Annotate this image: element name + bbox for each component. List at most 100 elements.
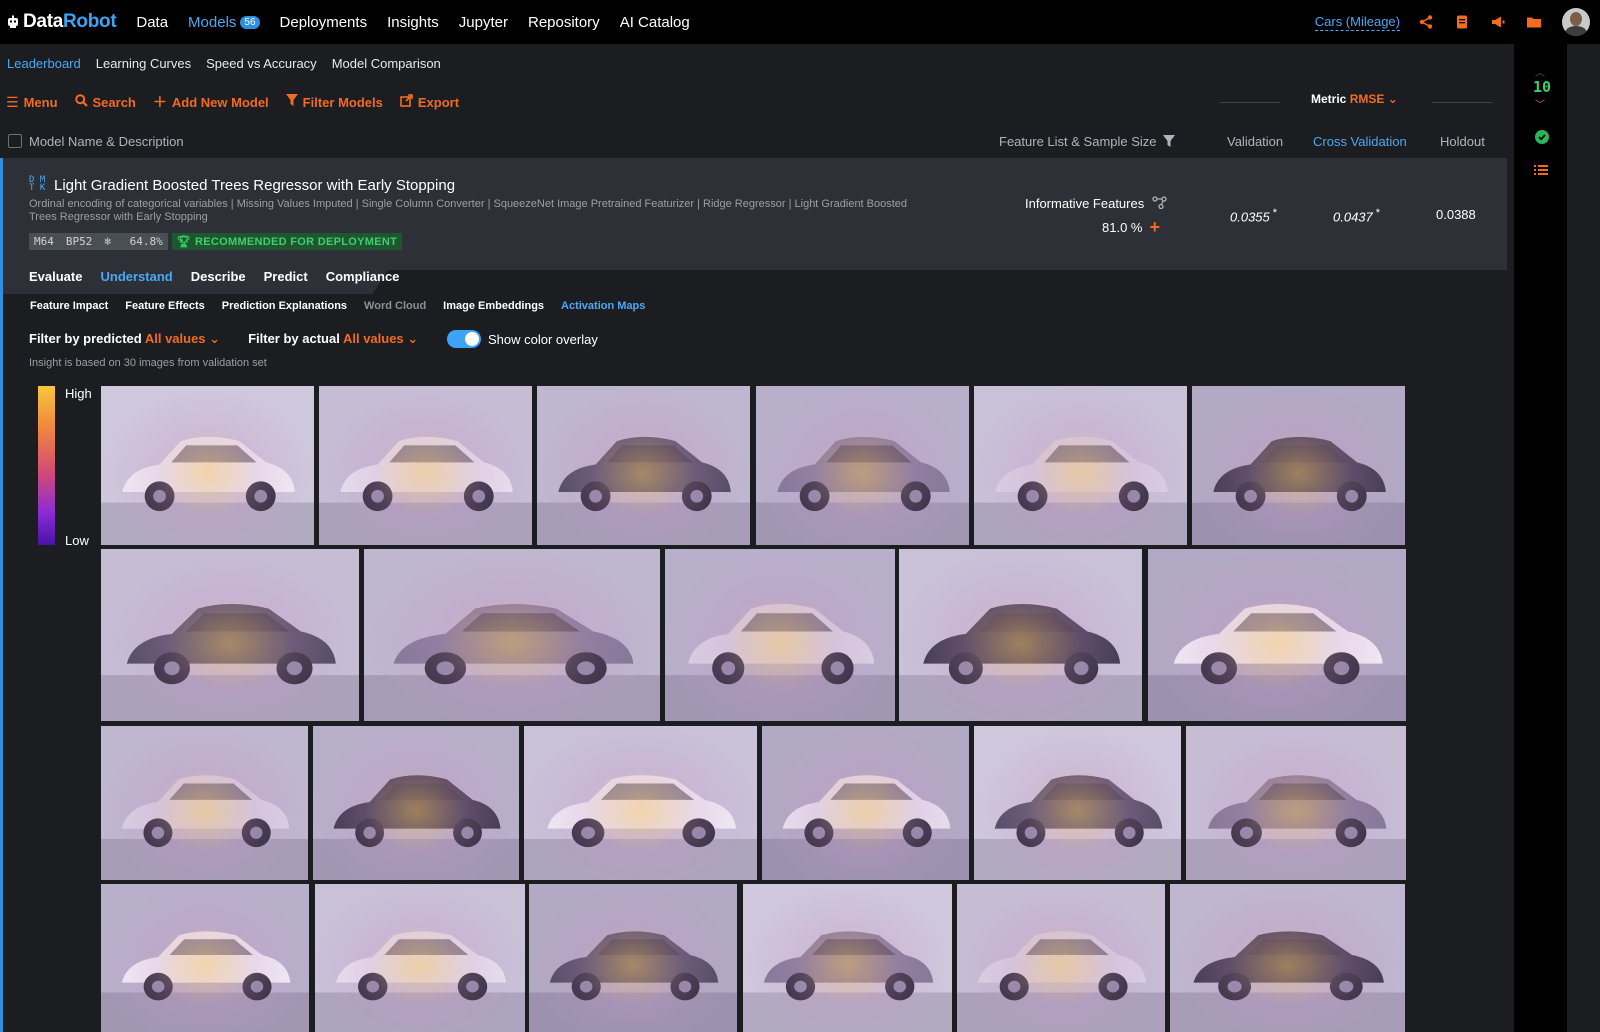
filter-icon [1162, 135, 1175, 147]
metric-selector[interactable]: Metric RMSE ⌄ [1220, 92, 1492, 108]
activation-image-tile[interactable] [899, 549, 1142, 721]
tab-evaluate[interactable]: Evaluate [29, 269, 82, 284]
menu-button[interactable]: ☰ Menu [6, 94, 58, 111]
queue-count: 10 [1533, 78, 1552, 96]
activation-image-tile[interactable] [974, 386, 1187, 545]
tab-activation-maps[interactable]: Activation Maps [561, 300, 645, 312]
activation-image-tile[interactable] [364, 549, 660, 721]
filter-models-button[interactable]: Filter Models [285, 94, 383, 110]
activation-image-tile[interactable] [101, 884, 309, 1032]
activation-overlay [756, 386, 969, 545]
holdout-score: 0.0388 [1436, 207, 1476, 222]
nav-jupyter[interactable]: Jupyter [459, 14, 508, 31]
activation-image-tile[interactable] [101, 549, 359, 721]
activation-image-tile[interactable] [524, 726, 757, 880]
col-holdout[interactable]: Holdout [1440, 134, 1485, 149]
tab-understand[interactable]: Understand [100, 269, 172, 284]
col-cross-validation[interactable]: Cross Validation [1313, 134, 1407, 149]
recommended-badge: 🏆︎ RECOMMENDED FOR DEPLOYMENT [171, 233, 403, 250]
filter-actual-label: Filter by actual [248, 331, 340, 346]
activation-image-tile[interactable] [313, 726, 519, 880]
activation-filters: Filter by predicted All values ⌄ Filter … [29, 331, 418, 347]
activation-image-tile[interactable] [1148, 549, 1406, 721]
chevron-up-icon[interactable]: ︿ [1535, 64, 1545, 79]
datarobot-logo[interactable]: Data Robot [6, 11, 117, 33]
select-all-checkbox[interactable] [8, 134, 22, 148]
list-icon[interactable] [1534, 163, 1548, 182]
recommended-label: RECOMMENDED FOR DEPLOYMENT [195, 235, 398, 248]
activation-image-tile[interactable] [537, 386, 750, 545]
check-circle-icon[interactable] [1535, 130, 1549, 144]
nav-ai-catalog[interactable]: AI Catalog [620, 14, 690, 31]
activation-image-tile[interactable] [1170, 884, 1405, 1032]
activation-image-tile[interactable] [101, 726, 308, 880]
announcement-icon[interactable] [1490, 14, 1506, 30]
tab-feature-effects[interactable]: Feature Effects [125, 300, 204, 312]
activation-overlay [101, 386, 314, 545]
model-title[interactable]: Light Gradient Boosted Trees Regressor w… [54, 177, 455, 194]
tab-compliance[interactable]: Compliance [326, 269, 400, 284]
filter-actual-dropdown[interactable]: Filter by actual All values ⌄ [248, 331, 418, 347]
col-feature-label: Feature List & Sample Size [999, 134, 1157, 149]
tab-leaderboard[interactable]: Leaderboard [7, 56, 81, 71]
chevron-down-icon: ⌄ [1387, 92, 1398, 106]
tab-model-comparison[interactable]: Model Comparison [332, 56, 441, 71]
tab-prediction-explanations[interactable]: Prediction Explanations [222, 300, 347, 312]
search-button[interactable]: Search [74, 94, 136, 110]
col-model-name[interactable]: Model Name & Description [29, 134, 184, 149]
activation-image-tile[interactable] [319, 386, 532, 545]
feature-list-name[interactable]: Informative Features [1025, 196, 1167, 211]
tab-predict[interactable]: Predict [264, 269, 308, 284]
activation-image-tile[interactable] [957, 884, 1165, 1032]
user-avatar[interactable] [1562, 8, 1590, 36]
sample-size-value: 81.0 % [1102, 220, 1143, 235]
col-validation[interactable]: Validation [1227, 134, 1283, 149]
add-model-label: Add New Model [171, 94, 269, 110]
tab-learning-curves[interactable]: Learning Curves [96, 56, 191, 71]
model-row[interactable]: D MT K Light Gradient Boosted Trees Regr… [3, 158, 1507, 270]
activation-image-tile[interactable] [529, 884, 737, 1032]
activation-image-tile[interactable] [665, 549, 895, 721]
tab-feature-impact[interactable]: Feature Impact [30, 300, 108, 312]
activation-image-tile[interactable] [762, 726, 969, 880]
nav-models[interactable]: Models 56 [188, 14, 260, 31]
add-new-model-button[interactable]: ＋ Add New Model [153, 92, 269, 112]
nav-data[interactable]: Data [136, 14, 168, 31]
tab-image-embeddings[interactable]: Image Embeddings [443, 300, 544, 312]
tab-describe[interactable]: Describe [191, 269, 246, 284]
nav-data-label: Data [136, 13, 169, 31]
activation-legend-bar [38, 386, 55, 545]
nav-insights[interactable]: Insights [387, 14, 439, 31]
activation-image-tile[interactable] [974, 726, 1181, 880]
folder-icon[interactable] [1526, 14, 1542, 30]
activation-overlay [1170, 884, 1405, 1032]
model-id-tag: M64 BP52 ❄ 64.8% [29, 233, 168, 250]
activation-image-tile[interactable] [315, 884, 525, 1032]
activation-image-tile[interactable] [756, 386, 969, 545]
tab-word-cloud[interactable]: Word Cloud [364, 300, 426, 312]
activation-image-tile[interactable] [1186, 726, 1406, 880]
share-icon[interactable] [1418, 14, 1434, 30]
export-icon [400, 94, 413, 110]
docs-icon[interactable] [1454, 14, 1470, 30]
tab-speed-vs-accuracy[interactable]: Speed vs Accuracy [206, 56, 317, 71]
activation-overlay [743, 884, 952, 1032]
filter-icon [285, 94, 298, 110]
export-button[interactable]: Export [400, 94, 459, 110]
color-overlay-toggle[interactable] [447, 330, 481, 348]
plus-icon[interactable]: + [1149, 217, 1160, 238]
activation-image-tile[interactable] [743, 884, 952, 1032]
activation-image-tile[interactable] [1192, 386, 1405, 545]
chevron-down-icon[interactable]: ﹀ [1535, 96, 1545, 111]
leaderboard-toolbar: ☰ Menu Search ＋ Add New Model Filter Model… [6, 92, 476, 112]
right-rail: ︿ 10 ﹀ [1514, 44, 1570, 1032]
top-nav: Data Robot Data Models 56 Deployments Insi… [0, 0, 1600, 44]
nav-deployments[interactable]: Deployments [280, 14, 368, 31]
col-feature-list[interactable]: Feature List & Sample Size [999, 134, 1175, 149]
nav-repository-label: Repository [527, 13, 600, 31]
nav-repository[interactable]: Repository [528, 14, 600, 31]
filter-predicted-dropdown[interactable]: Filter by predicted All values ⌄ [29, 331, 220, 347]
activation-image-tile[interactable] [101, 386, 314, 545]
project-name[interactable]: Cars (Mileage) [1314, 14, 1400, 31]
validation-value: 0.0355 [1230, 209, 1270, 225]
